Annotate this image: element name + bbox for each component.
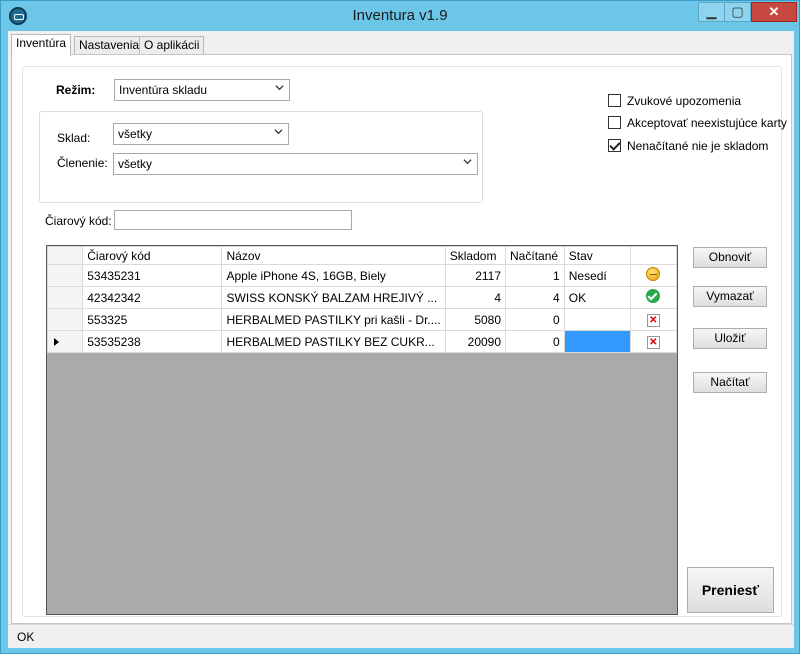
close-button[interactable]: ✕ [751, 2, 797, 22]
cell-barcode[interactable]: 53435231 [82, 264, 223, 287]
division-value: všetky [118, 157, 153, 171]
error-icon: ✕ [646, 314, 660, 327]
warning-icon [646, 267, 661, 281]
mode-select[interactable]: Inventúra skladu [114, 79, 290, 101]
error-icon: ✕ [646, 336, 660, 349]
tab-o-aplikacii[interactable]: O aplikácii [139, 36, 205, 54]
load-button[interactable]: Načítať [693, 372, 767, 393]
maximize-button[interactable]: ▢ [724, 2, 751, 22]
tab-nastavenia[interactable]: Nastavenia [74, 36, 145, 54]
column-header-loaded[interactable]: Načítané [505, 246, 565, 265]
warehouse-value: všetky [118, 127, 153, 141]
column-header-icon[interactable] [629, 246, 677, 265]
cell-status[interactable]: OK [563, 286, 631, 309]
unloaded-not-in-stock-checkbox[interactable]: Nenačítané nie je skladom [608, 139, 768, 153]
cell-status[interactable]: Nesedí [563, 264, 631, 287]
save-button[interactable]: Uložiť [693, 328, 767, 349]
chevron-down-icon [274, 129, 283, 135]
row-header[interactable] [47, 330, 84, 353]
cell-icon[interactable] [629, 286, 677, 309]
checkbox-box[interactable] [608, 94, 621, 107]
status-bar: OK [8, 624, 794, 648]
cell-loaded[interactable]: 0 [505, 330, 565, 353]
refresh-button[interactable]: Obnoviť [693, 247, 767, 268]
current-row-pointer-icon [54, 337, 59, 346]
app-window: Inventura v1.9 ▁ ▢ ✕ Inventúra Nastaveni… [0, 0, 800, 654]
title-bar[interactable]: Inventura v1.9 ▁ ▢ ✕ [1, 1, 799, 31]
cell-barcode[interactable]: 553325 [82, 308, 223, 331]
cell-barcode[interactable]: 42342342 [82, 286, 223, 309]
cell-name[interactable]: HERBALMED PASTILKY pri kašli - Dr.... [221, 308, 446, 331]
column-header-stock[interactable]: Skladom [444, 246, 507, 265]
checkbox-box[interactable] [608, 116, 621, 129]
division-label: Členenie: [57, 156, 108, 170]
cell-name[interactable]: HERBALMED PASTILKY BEZ CUKR... [221, 330, 446, 353]
table-row-current[interactable]: 53535238 HERBALMED PASTILKY BEZ CUKR... … [47, 330, 677, 353]
inventory-table: Čiarový kód Názov Skladom Načítané Stav [47, 246, 677, 353]
row-header[interactable] [47, 264, 84, 287]
barcode-label: Čiarový kód: [45, 214, 112, 228]
cell-stock[interactable]: 2117 [444, 264, 507, 287]
client-area: Inventúra Nastavenia O aplikácii Režim: … [8, 31, 794, 648]
chevron-down-icon [275, 85, 284, 91]
table-row[interactable]: 553325 HERBALMED PASTILKY pri kašli - Dr… [47, 308, 677, 331]
ok-icon [646, 289, 661, 303]
cell-status-selected[interactable] [563, 330, 631, 353]
cell-name[interactable]: Apple iPhone 4S, 16GB, Biely [221, 264, 446, 287]
unloaded-not-in-stock-label: Nenačítané nie je skladom [627, 139, 769, 153]
accept-nonexistent-label: Akceptovať neexistujúce karty [627, 116, 787, 130]
cell-loaded[interactable]: 1 [505, 264, 565, 287]
mode-value: Inventúra skladu [119, 83, 208, 97]
table-row[interactable]: 42342342 SWISS KONSKÝ BALZAM HREJIVÝ ...… [47, 286, 677, 309]
sound-alerts-checkbox[interactable]: Zvukové upozomenia [608, 94, 741, 108]
table-row[interactable]: 53435231 Apple iPhone 4S, 16GB, Biely 21… [47, 264, 677, 287]
cell-barcode[interactable]: 53535238 [82, 330, 223, 353]
cell-stock[interactable]: 20090 [444, 330, 507, 353]
cell-icon[interactable]: ✕ [629, 308, 677, 331]
cell-stock[interactable]: 5080 [444, 308, 507, 331]
tab-page-inventura: Režim: Inventúra skladu Sklad: všetky Čl… [11, 54, 792, 624]
division-select[interactable]: všetky [113, 153, 478, 175]
cell-stock[interactable]: 4 [444, 286, 507, 309]
sound-alerts-label: Zvukové upozomenia [627, 94, 742, 108]
status-text: OK [17, 630, 35, 644]
tab-inventura[interactable]: Inventúra [11, 34, 72, 56]
main-panel: Režim: Inventúra skladu Sklad: všetky Čl… [22, 66, 787, 617]
row-header[interactable] [47, 286, 84, 309]
transfer-button[interactable]: Preniesť [687, 567, 774, 613]
cell-icon[interactable]: ✕ [629, 330, 677, 353]
window-title: Inventura v1.9 [352, 7, 448, 24]
delete-button[interactable]: Vymazať [693, 286, 767, 307]
row-header[interactable] [47, 308, 84, 331]
chevron-down-icon [463, 159, 472, 165]
warehouse-select[interactable]: všetky [113, 123, 289, 145]
warehouse-label: Sklad: [57, 131, 91, 145]
mode-label: Režim: [56, 83, 96, 97]
cell-icon[interactable] [629, 264, 677, 287]
column-header-name[interactable]: Názov [221, 246, 446, 265]
barcode-input[interactable] [114, 210, 352, 230]
cell-status[interactable] [563, 308, 631, 331]
accept-nonexistent-checkbox[interactable]: Akceptovať neexistujúce karty [608, 116, 787, 130]
grid-corner [47, 246, 84, 265]
column-header-barcode[interactable]: Čiarový kód [82, 246, 223, 265]
grid-header-row: Čiarový kód Názov Skladom Načítané Stav [47, 246, 677, 265]
cell-loaded[interactable]: 0 [505, 308, 565, 331]
minimize-button[interactable]: ▁ [698, 2, 725, 22]
checkbox-box-checked[interactable] [608, 139, 621, 152]
cell-loaded[interactable]: 4 [505, 286, 565, 309]
cell-name[interactable]: SWISS KONSKÝ BALZAM HREJIVÝ ... [221, 286, 446, 309]
column-header-status[interactable]: Stav [563, 246, 631, 265]
inventory-grid[interactable]: Čiarový kód Názov Skladom Načítané Stav [46, 245, 678, 615]
